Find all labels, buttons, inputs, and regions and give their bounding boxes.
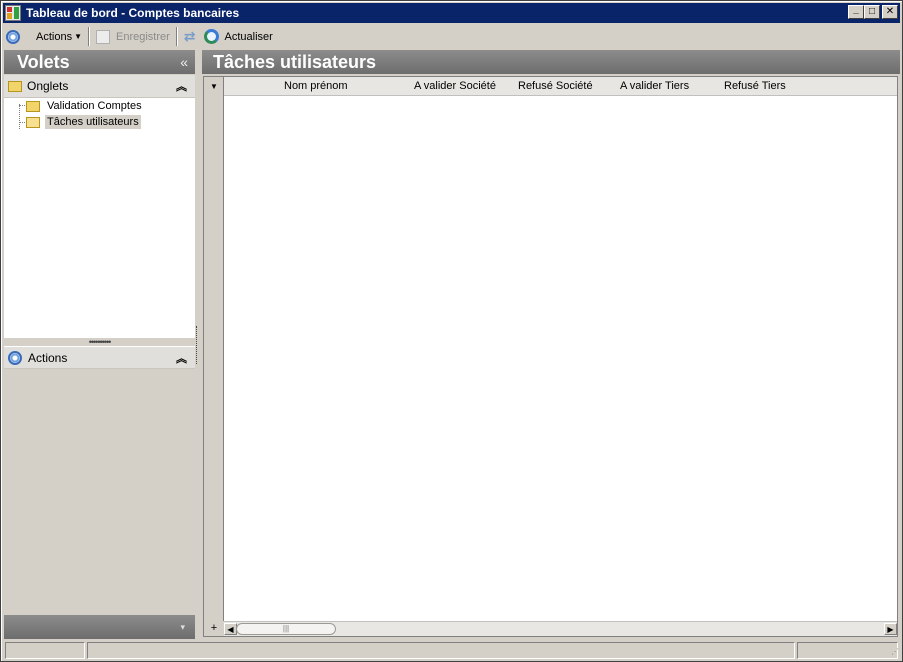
- dropdown-arrow-icon: ▼: [74, 32, 82, 41]
- status-cell: [87, 642, 795, 659]
- actions-menu-button[interactable]: Actions ▼: [24, 26, 86, 47]
- status-cell: [5, 642, 85, 659]
- maximize-button[interactable]: □: [864, 5, 880, 19]
- collapse-group-icon[interactable]: ︽: [176, 350, 187, 366]
- column-header-nom-prenom[interactable]: Nom prénom: [284, 80, 348, 92]
- dropdown-arrow-icon: ▼: [210, 82, 218, 91]
- toolbar-separator: [175, 27, 178, 46]
- horizontal-scrollbar[interactable]: + ◀ ||| ▶: [204, 621, 897, 636]
- folder-icon: [26, 100, 40, 112]
- save-icon: [96, 29, 110, 44]
- group-label-actions: Actions: [28, 350, 68, 365]
- tasks-grid[interactable]: ▼ Nom prénom A valider Société Refusé So…: [203, 76, 898, 637]
- content-header: Tâches utilisateurs: [202, 50, 900, 74]
- content-title: Tâches utilisateurs: [213, 51, 377, 72]
- tree-item-validation-comptes[interactable]: Validation Comptes: [26, 98, 144, 114]
- tree-item-label: Tâches utilisateurs: [45, 115, 141, 129]
- group-label-onglets: Onglets: [27, 79, 69, 93]
- tree-item-label: Validation Comptes: [47, 100, 142, 112]
- content-pane: Tâches utilisateurs ▼ Nom prénom A valid…: [202, 50, 900, 639]
- actions-panel: [4, 369, 195, 615]
- status-bar: ⋰: [3, 641, 900, 660]
- actions-menu-label: Actions: [36, 30, 73, 43]
- save-label: Enregistrer: [116, 30, 170, 43]
- group-header-actions[interactable]: Actions ︽: [4, 346, 195, 369]
- column-headers: Nom prénom A valider Société Refusé Soci…: [224, 77, 897, 96]
- column-header-a-valider-tiers[interactable]: A valider Tiers: [620, 80, 689, 92]
- refresh-icon: [203, 29, 219, 44]
- toolbar: Actions ▼ Enregistrer ⇄ Actualiser: [3, 25, 900, 48]
- window-title: Tableau de bord - Comptes bancaires: [26, 6, 240, 20]
- tree-item-taches-utilisateurs[interactable]: Tâches utilisateurs: [26, 114, 141, 130]
- column-header-refuse-tiers[interactable]: Refusé Tiers: [724, 80, 786, 92]
- app-icon: [5, 4, 23, 22]
- column-header-a-valider-societe[interactable]: A valider Société: [414, 80, 496, 92]
- minimize-button[interactable]: _: [848, 5, 864, 19]
- actions-group-icon: [8, 350, 22, 365]
- title-bar[interactable]: Tableau de bord - Comptes bancaires _ □ …: [3, 3, 900, 23]
- column-chooser-button[interactable]: ▼: [204, 77, 224, 96]
- status-cell: [797, 642, 898, 659]
- pane-bottom-bar: ▾: [4, 615, 195, 639]
- actions-circle-icon: [6, 29, 20, 44]
- refresh-button[interactable]: Actualiser: [200, 26, 277, 47]
- row-header-column: [204, 77, 224, 636]
- collapse-pane-icon[interactable]: «: [180, 54, 188, 70]
- sync-icon: ⇄: [183, 28, 196, 44]
- scrollbar-thumb[interactable]: |||: [236, 623, 336, 635]
- pane-title: Volets: [17, 51, 70, 72]
- scroll-right-button[interactable]: ▶: [884, 623, 897, 635]
- collapse-group-icon[interactable]: ︽: [176, 78, 187, 94]
- group-header-onglets[interactable]: Onglets ︽: [4, 75, 195, 98]
- application-window: Tableau de bord - Comptes bancaires _ □ …: [0, 0, 903, 662]
- navigation-pane: Volets « Onglets ︽ Validation Comptes Tâ…: [4, 50, 195, 639]
- sync-button[interactable]: ⇄: [180, 26, 200, 47]
- folder-icon: [8, 80, 22, 92]
- tree-connector: [19, 104, 20, 129]
- toolbar-separator: [88, 27, 90, 46]
- pane-header-volets: Volets «: [4, 50, 195, 74]
- open-folder-icon: [26, 116, 40, 128]
- tabs-tree: Validation Comptes Tâches utilisateurs: [4, 98, 195, 338]
- refresh-label: Actualiser: [224, 30, 273, 43]
- actions-logo-button[interactable]: [3, 26, 24, 47]
- save-button[interactable]: Enregistrer: [92, 26, 174, 47]
- chevron-down-icon[interactable]: ▾: [180, 622, 185, 633]
- vertical-splitter[interactable]: [196, 326, 199, 364]
- resize-grip-icon[interactable]: ⋰: [887, 647, 899, 659]
- add-row-button[interactable]: +: [204, 621, 224, 636]
- close-button[interactable]: ✕: [882, 5, 898, 19]
- pane-splitter-grip[interactable]: ••••••••••: [4, 337, 195, 347]
- column-header-refuse-societe[interactable]: Refusé Société: [518, 80, 593, 92]
